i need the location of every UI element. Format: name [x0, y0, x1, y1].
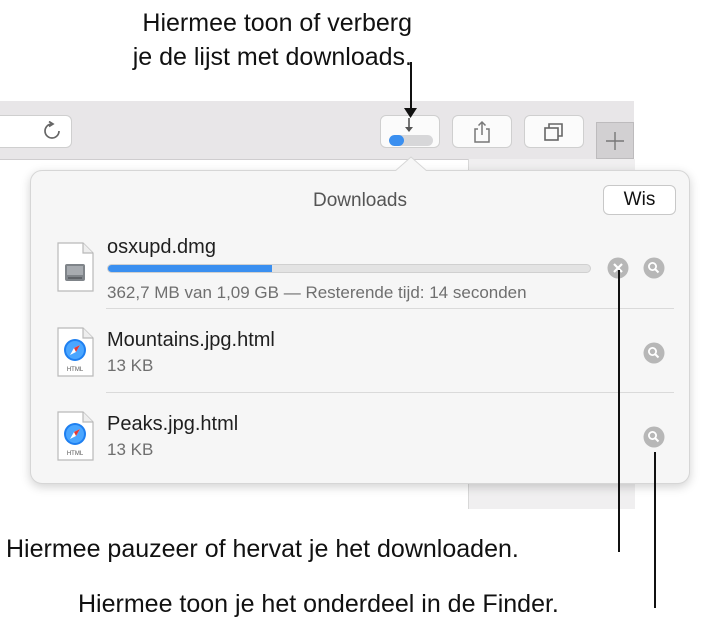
callout-pause-resume: Hiermee pauzeer of hervat je het downloa… [6, 535, 519, 563]
magnifier-icon[interactable] [643, 426, 665, 448]
share-icon [474, 120, 490, 143]
download-name-mountains: Mountains.jpg.html [107, 329, 275, 351]
download-status-osxupd: 362,7 MB van 1,09 GB — Resterende tijd: … [107, 283, 527, 302]
downloads-popover [30, 170, 690, 484]
html-file-icon: HTML [57, 327, 94, 377]
reload-icon[interactable] [42, 121, 62, 141]
tab-overview-icon [544, 123, 563, 141]
downloads-progress-mini [389, 135, 433, 146]
clear-button[interactable]: Wis [603, 185, 676, 215]
magnifier-icon[interactable] [643, 257, 665, 279]
callout-toggle-line2: je de lijst met downloads. [132, 43, 412, 71]
svg-text:HTML: HTML [67, 367, 84, 373]
download-name-osxupd: osxupd.dmg [107, 236, 216, 258]
callout-toggle-line1: Hiermee toon of verberg [142, 9, 412, 37]
magnifier-icon[interactable] [643, 342, 665, 364]
download-size-mountains: 13 KB [107, 356, 154, 375]
download-name-peaks: Peaks.jpg.html [107, 413, 239, 435]
downloads-title: Downloads [313, 190, 407, 211]
separator [106, 308, 674, 309]
download-size-peaks: 13 KB [107, 440, 154, 459]
plus-icon [606, 132, 624, 150]
callout-leader-pause [618, 270, 620, 552]
callout-leader-finder [654, 452, 656, 608]
disk-image-icon [57, 242, 94, 292]
popover-arrow [394, 156, 428, 172]
callout-toggle-downloads: Hiermee toon of verberg je de lijst met … [62, 6, 412, 74]
downloads-progress-mini-fill [389, 135, 405, 146]
separator [106, 392, 674, 393]
html-file-icon: HTML [57, 411, 94, 461]
svg-text:HTML: HTML [67, 451, 84, 457]
download-arrow-icon [405, 118, 413, 132]
callout-show-in-finder: Hiermee toon je het onderdeel in de Find… [78, 590, 559, 618]
callout-leader-toggle [410, 62, 412, 112]
download-progress-fill [108, 265, 272, 272]
download-progress-bar [107, 264, 591, 273]
callout-arrowhead [404, 108, 417, 118]
